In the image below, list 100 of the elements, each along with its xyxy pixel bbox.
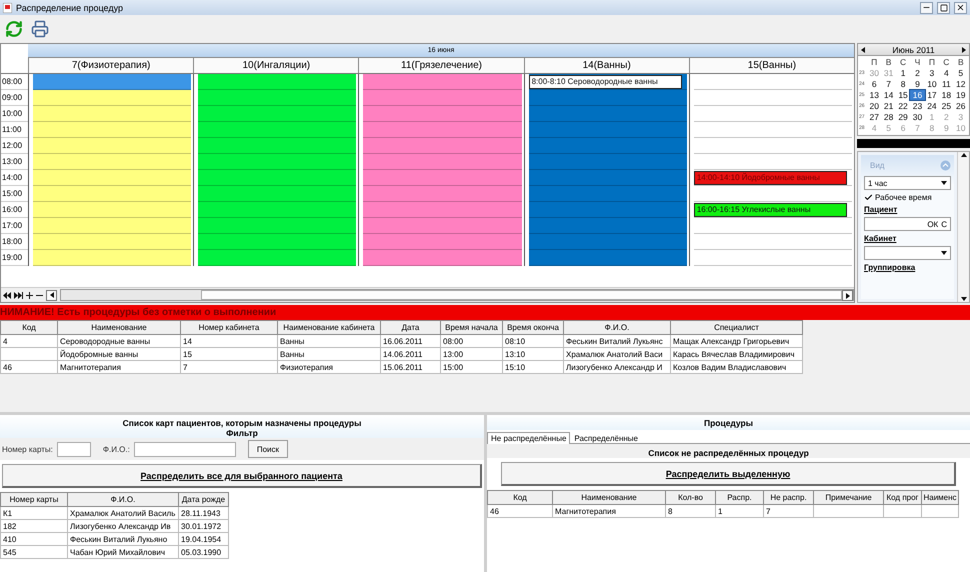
calendar-day[interactable]: 4 xyxy=(939,68,954,78)
first-icon[interactable] xyxy=(3,292,11,298)
time-slot[interactable] xyxy=(198,74,356,90)
column-header[interactable]: Код xyxy=(0,320,58,334)
column-header[interactable]: Дата xyxy=(380,320,440,334)
time-slot[interactable] xyxy=(363,202,522,218)
calendar-day[interactable]: 6 xyxy=(867,79,882,89)
time-slot[interactable] xyxy=(528,106,687,122)
column-header[interactable]: Номер карты xyxy=(0,492,68,506)
add-icon[interactable] xyxy=(26,292,33,298)
calendar-day[interactable]: 30 xyxy=(910,112,925,122)
calendar-day[interactable]: 22 xyxy=(896,101,910,111)
right-arrow-icon[interactable] xyxy=(844,292,851,298)
calendar-day[interactable]: 8 xyxy=(896,79,910,89)
selected-slot[interactable] xyxy=(33,74,192,90)
time-slot[interactable] xyxy=(528,202,687,218)
dropdown-arrow-icon[interactable] xyxy=(941,250,947,256)
time-slot[interactable]: 16:00-16:15 Углекислые ванны xyxy=(694,202,852,218)
time-slot[interactable] xyxy=(33,234,192,250)
card-number-field[interactable] xyxy=(56,442,91,456)
time-slot[interactable] xyxy=(198,138,356,154)
calendar-day[interactable]: 23 xyxy=(910,101,925,111)
scroll-up-icon[interactable] xyxy=(960,152,966,158)
field-button[interactable]: С xyxy=(941,220,947,228)
assign-selected-button[interactable]: Распределить выделенную xyxy=(501,462,956,486)
calendar-day[interactable]: 11 xyxy=(939,79,954,89)
calendar-day[interactable]: 18 xyxy=(939,90,954,100)
column-header[interactable]: Номер кабинета xyxy=(180,320,278,334)
calendar-day[interactable]: 12 xyxy=(954,79,968,89)
column-header[interactable]: Дата рожде xyxy=(178,492,228,506)
calendar-day[interactable]: 16 xyxy=(910,90,925,100)
time-slot[interactable] xyxy=(363,90,522,106)
tab[interactable]: Не распределённые xyxy=(487,432,570,444)
patient-field[interactable]: ОК С xyxy=(864,217,951,231)
calendar-day[interactable]: 20 xyxy=(867,101,882,111)
column-header[interactable]: Код xyxy=(488,490,552,504)
time-slot[interactable] xyxy=(528,234,687,250)
time-slot[interactable] xyxy=(33,138,192,154)
time-slot[interactable] xyxy=(363,106,522,122)
minimize-button[interactable] xyxy=(920,2,933,14)
calendar-day[interactable]: 1 xyxy=(896,68,910,78)
column-header[interactable]: Наименование xyxy=(552,490,666,504)
column-header[interactable]: Наименование кабинета xyxy=(278,320,380,334)
assign-all-button[interactable]: Распределить все для выбранного пациента xyxy=(2,464,482,488)
time-slot[interactable] xyxy=(528,122,687,138)
close-button[interactable] xyxy=(954,2,967,14)
name-field[interactable] xyxy=(134,442,236,456)
time-slot[interactable] xyxy=(363,122,522,138)
time-slot[interactable] xyxy=(198,90,356,106)
calendar-day[interactable]: 17 xyxy=(924,90,940,100)
calendar-day[interactable]: 3 xyxy=(924,68,940,78)
column-header[interactable]: Ф.И.О. xyxy=(564,320,670,334)
time-slot[interactable] xyxy=(363,250,522,266)
time-slot[interactable] xyxy=(363,74,522,90)
time-slot[interactable] xyxy=(198,234,356,250)
column-header[interactable]: Распр. xyxy=(716,490,764,504)
time-slot[interactable] xyxy=(363,154,522,170)
time-slot[interactable] xyxy=(528,170,687,186)
calendar-day[interactable]: 21 xyxy=(881,101,896,111)
previous-month-icon[interactable] xyxy=(860,46,866,52)
time-slot[interactable] xyxy=(363,138,522,154)
calendar-day[interactable]: 15 xyxy=(896,90,910,100)
calendar-day[interactable]: 7 xyxy=(881,79,896,89)
time-slot[interactable] xyxy=(198,218,356,234)
time-slot[interactable] xyxy=(363,234,522,250)
calendar-day[interactable]: 29 xyxy=(896,112,910,122)
column-header[interactable]: Кол-во xyxy=(666,490,716,504)
calendar-day[interactable]: 27 xyxy=(867,112,882,122)
time-slot[interactable] xyxy=(198,154,356,170)
column-header[interactable]: Время начала xyxy=(440,320,502,334)
time-slot[interactable] xyxy=(528,138,687,154)
column-header[interactable]: Специалист xyxy=(670,320,802,334)
interval-select[interactable]: 1 час xyxy=(864,176,951,190)
time-slot[interactable] xyxy=(528,218,687,234)
column-header[interactable]: Наименс xyxy=(922,490,958,504)
checkbox[interactable] xyxy=(864,193,873,202)
time-slot[interactable] xyxy=(528,250,687,266)
time-slot[interactable] xyxy=(198,186,356,202)
time-slot[interactable] xyxy=(198,202,356,218)
column-header[interactable]: Наименование xyxy=(58,320,180,334)
column-header[interactable]: Время оконча xyxy=(502,320,564,334)
scroll-left-button[interactable] xyxy=(46,290,57,300)
calendar-day[interactable]: 25 xyxy=(939,101,954,111)
column-header[interactable]: Не распр. xyxy=(764,490,814,504)
time-slot[interactable] xyxy=(33,186,192,202)
time-slot[interactable] xyxy=(528,186,687,202)
column-header[interactable]: Ф.И.О. xyxy=(68,492,178,506)
calendar-day[interactable]: 2 xyxy=(910,68,925,78)
time-slot[interactable] xyxy=(363,186,522,202)
time-slot[interactable] xyxy=(33,202,192,218)
column-header[interactable]: Примечание xyxy=(814,490,884,504)
time-slot[interactable] xyxy=(33,122,192,138)
time-slot[interactable] xyxy=(528,154,687,170)
tab[interactable]: Распределённые xyxy=(570,432,642,444)
maximize-button[interactable] xyxy=(937,2,950,14)
left-arrow-icon[interactable] xyxy=(48,292,54,298)
calendar-day[interactable]: 9 xyxy=(910,79,925,89)
time-slot[interactable] xyxy=(198,250,356,266)
next-month-icon[interactable] xyxy=(961,46,967,52)
calendar-day[interactable]: 14 xyxy=(881,90,896,100)
